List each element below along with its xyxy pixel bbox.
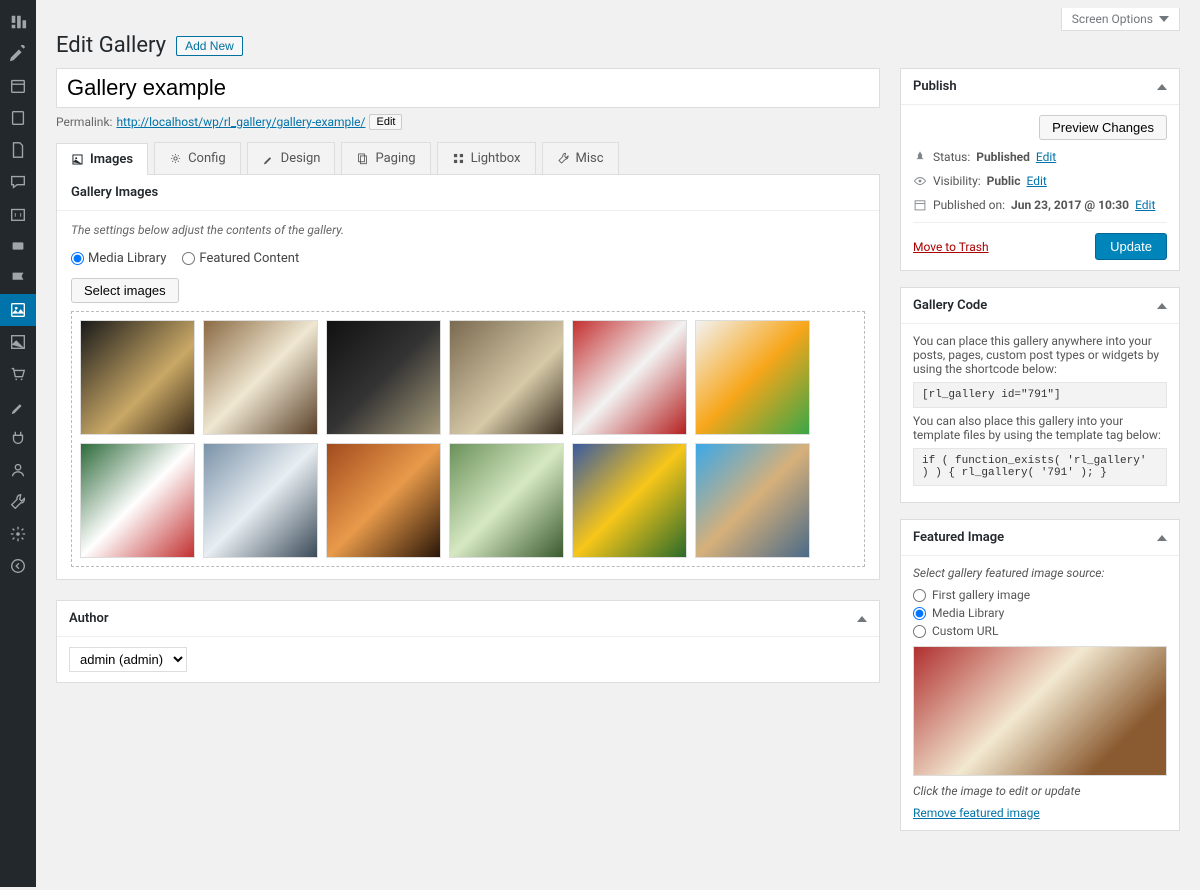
- featured-image-toggle[interactable]: Featured Image: [901, 520, 1179, 556]
- chevron-up-icon: [1157, 535, 1167, 541]
- thumbnail[interactable]: [203, 443, 318, 558]
- nav-generic-2[interactable]: [0, 230, 36, 262]
- featured-intro: Select gallery featured image source:: [913, 566, 1167, 580]
- tab-design[interactable]: Design: [247, 142, 336, 174]
- nav-media[interactable]: [0, 326, 36, 358]
- admin-sidebar: [0, 0, 36, 887]
- thumbnail[interactable]: [695, 443, 810, 558]
- pin-icon: [913, 150, 927, 164]
- shortcode-box[interactable]: [rl_gallery id="791"]: [913, 382, 1167, 408]
- thumbnail[interactable]: [326, 443, 441, 558]
- featured-opt-media[interactable]: Media Library: [913, 606, 1167, 620]
- nav-dashboard[interactable]: [0, 6, 36, 38]
- nav-generic-1[interactable]: [0, 102, 36, 134]
- nav-calendar[interactable]: [0, 198, 36, 230]
- featured-opt-url[interactable]: Custom URL: [913, 624, 1167, 638]
- author-select[interactable]: admin (admin): [69, 647, 187, 672]
- nav-shop[interactable]: [0, 358, 36, 390]
- screen-options-label: Screen Options: [1072, 12, 1153, 26]
- thumbnail[interactable]: [449, 320, 564, 435]
- move-to-trash-link[interactable]: Move to Trash: [913, 240, 989, 254]
- gallery-code-toggle[interactable]: Gallery Code: [901, 288, 1179, 324]
- permalink-link[interactable]: http://localhost/wp/rl_gallery/gallery-e…: [116, 115, 365, 129]
- nav-posts[interactable]: [0, 38, 36, 70]
- eye-icon: [913, 174, 927, 188]
- nav-collapse[interactable]: [0, 550, 36, 582]
- nav-users[interactable]: [0, 454, 36, 486]
- thumbnail[interactable]: [80, 443, 195, 558]
- nav-tools[interactable]: [0, 486, 36, 518]
- brush-icon: [262, 152, 275, 165]
- nav-generic-3[interactable]: [0, 262, 36, 294]
- source-media-library[interactable]: Media Library: [71, 251, 166, 266]
- nav-appearance[interactable]: [0, 390, 36, 422]
- screen-options-toggle[interactable]: Screen Options: [1061, 8, 1180, 31]
- chevron-up-icon: [1157, 303, 1167, 309]
- thumbnail[interactable]: [695, 320, 810, 435]
- template-intro: You can also place this gallery into you…: [913, 414, 1167, 442]
- nav-events[interactable]: [0, 70, 36, 102]
- permalink-label: Permalink:: [56, 115, 112, 129]
- visibility-value: Public: [987, 174, 1021, 188]
- thumbnail[interactable]: [203, 320, 318, 435]
- thumbnail[interactable]: [80, 320, 195, 435]
- remove-featured-link[interactable]: Remove featured image: [913, 806, 1040, 820]
- calendar-icon: [913, 198, 927, 212]
- thumbnail-grid: [80, 320, 856, 558]
- thumbnail[interactable]: [449, 443, 564, 558]
- nav-gallery[interactable]: [0, 294, 36, 326]
- edit-visibility-link[interactable]: Edit: [1026, 174, 1046, 188]
- select-images-button[interactable]: Select images: [71, 278, 179, 303]
- gear-icon: [169, 152, 182, 165]
- php-code-box[interactable]: if ( function_exists( 'rl_gallery' ) ) {…: [913, 448, 1167, 486]
- thumbnail[interactable]: [572, 443, 687, 558]
- image-icon: [71, 153, 84, 166]
- featured-hint: Click the image to edit or update: [913, 784, 1167, 798]
- chevron-up-icon: [1157, 84, 1167, 90]
- tab-images[interactable]: Images: [56, 143, 148, 175]
- publish-panel-toggle[interactable]: Publish: [901, 69, 1179, 105]
- tab-misc[interactable]: Misc: [542, 142, 619, 174]
- nav-pages[interactable]: [0, 134, 36, 166]
- chevron-down-icon: [1159, 16, 1169, 22]
- settings-tabs: Images Config Design Paging Lightbox Mis…: [56, 142, 880, 175]
- published-date: Jun 23, 2017 @ 10:30: [1011, 198, 1129, 212]
- nav-plugins[interactable]: [0, 422, 36, 454]
- tab-paging[interactable]: Paging: [341, 142, 430, 174]
- nav-settings[interactable]: [0, 518, 36, 550]
- status-value: Published: [976, 150, 1030, 164]
- featured-image-preview[interactable]: [913, 646, 1167, 776]
- preview-changes-button[interactable]: Preview Changes: [1039, 115, 1167, 140]
- page-title: Edit Gallery: [56, 33, 166, 58]
- gallery-images-heading: Gallery Images: [57, 175, 879, 211]
- gallery-hint: The settings below adjust the contents o…: [71, 223, 865, 237]
- tab-config[interactable]: Config: [154, 142, 241, 174]
- featured-opt-first[interactable]: First gallery image: [913, 588, 1167, 602]
- post-title-input[interactable]: [56, 68, 880, 108]
- author-panel-toggle[interactable]: Author: [57, 601, 879, 637]
- tab-lightbox[interactable]: Lightbox: [437, 142, 536, 174]
- source-featured-content[interactable]: Featured Content: [182, 251, 299, 266]
- nav-comments[interactable]: [0, 166, 36, 198]
- edit-date-link[interactable]: Edit: [1135, 198, 1155, 212]
- thumbnail[interactable]: [326, 320, 441, 435]
- shortcode-intro: You can place this gallery anywhere into…: [913, 334, 1167, 376]
- pages-icon: [356, 152, 369, 165]
- thumbnail[interactable]: [572, 320, 687, 435]
- edit-status-link[interactable]: Edit: [1036, 150, 1056, 164]
- add-new-button[interactable]: Add New: [176, 36, 243, 56]
- chevron-up-icon: [857, 616, 867, 622]
- update-button[interactable]: Update: [1095, 233, 1167, 260]
- permalink-edit-button[interactable]: Edit: [369, 114, 402, 130]
- grid-icon: [452, 152, 465, 165]
- wrench-icon: [557, 152, 570, 165]
